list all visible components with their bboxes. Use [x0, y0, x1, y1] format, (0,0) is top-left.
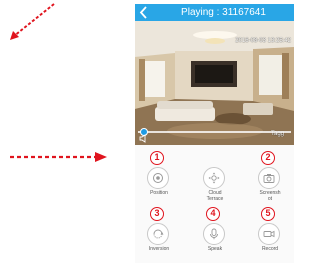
video-camera-icon	[258, 223, 280, 245]
back-arrow-icon[interactable]	[138, 5, 150, 20]
cloud-terrace-button[interactable]: Cloud Terrace	[192, 145, 238, 202]
microphone-icon	[203, 223, 225, 245]
record-label: Record	[261, 246, 279, 252]
inversion-icon	[147, 223, 169, 245]
record-button[interactable]: 5 Record	[247, 201, 293, 257]
phone-screen: Playing : 31167641 2016-08-03 13:25:42 T…	[135, 4, 294, 263]
camera-icon	[258, 167, 280, 189]
title-bar: Playing : 31167641	[135, 4, 294, 21]
step-badge-1: 1	[150, 151, 164, 165]
inversion-label: Inversion	[148, 246, 170, 252]
guide-arrows	[10, 3, 107, 162]
step-badge-2: 2	[261, 151, 275, 165]
step-badge-5: 5	[261, 207, 275, 221]
position-label: Position	[150, 190, 168, 196]
speaker-icon[interactable]	[139, 134, 149, 143]
diagonal-guide-arrow	[10, 3, 55, 40]
position-button[interactable]: 1 Position	[136, 145, 182, 201]
speak-label: Speak	[207, 246, 223, 252]
horizontal-guide-arrow	[10, 152, 107, 162]
inversion-button[interactable]: 3 Inversion	[136, 201, 182, 257]
speak-button[interactable]: 4 Speak	[192, 201, 238, 257]
playback-progress-bar[interactable]	[138, 128, 291, 136]
page-title: Playing : 31167641	[181, 7, 266, 18]
step-badge-3: 3	[150, 207, 164, 221]
ptz-icon	[203, 167, 225, 189]
screenshot-button[interactable]: 2 Screensh ot	[247, 145, 293, 202]
timestamp-overlay: 2016-08-03 13:25:42	[235, 38, 291, 44]
position-icon	[147, 167, 169, 189]
control-panel: 1 Position Cloud Terrace 2 Screensh ot 3…	[135, 145, 294, 263]
step-badge-4: 4	[206, 207, 220, 221]
video-view[interactable]: 2016-08-03 13:25:42 Tagg	[135, 21, 294, 145]
